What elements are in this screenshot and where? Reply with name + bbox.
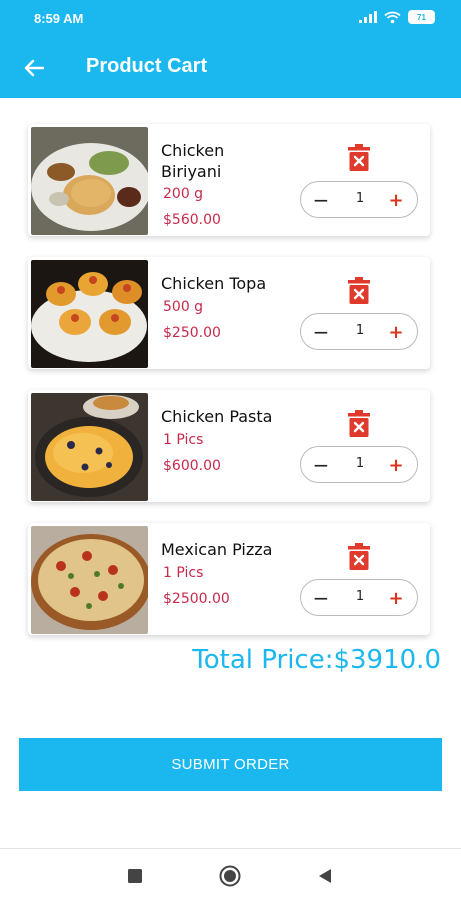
product-price: $250.00 xyxy=(163,325,221,341)
wifi-icon xyxy=(384,11,401,23)
product-quantity: 500 g xyxy=(163,299,204,315)
trash-x-icon xyxy=(348,410,370,437)
status-time: 8:59 AM xyxy=(34,11,84,26)
home-button[interactable] xyxy=(218,864,242,888)
submit-order-button[interactable]: SUBMIT ORDER xyxy=(19,738,442,791)
product-quantity: 1 Pics xyxy=(163,565,204,581)
product-photo xyxy=(31,393,148,501)
increase-button[interactable]: + xyxy=(385,454,407,476)
recents-button[interactable] xyxy=(123,864,147,888)
product-name: Mexican Pizza xyxy=(161,540,273,559)
decrease-button[interactable]: − xyxy=(310,586,332,610)
cart-item-card: Chicken Biriyani 200 g $560.00 − 1 + xyxy=(28,124,430,236)
quantity-stepper: − 1 + xyxy=(300,446,418,483)
product-name: Chicken Pasta xyxy=(161,407,273,426)
signal-icon xyxy=(359,11,377,23)
cart-item-card: Mexican Pizza 1 Pics $2500.00 − 1 + xyxy=(28,523,430,635)
product-price: $560.00 xyxy=(163,212,221,228)
increase-button[interactable]: + xyxy=(385,321,407,343)
cart-list: Chicken Biriyani 200 g $560.00 − 1 + Chi… xyxy=(28,124,432,656)
total-price: Total Price:$3910.0 xyxy=(192,645,441,675)
quantity-stepper: − 1 + xyxy=(300,313,418,350)
product-price: $600.00 xyxy=(163,458,221,474)
product-name: Chicken Biriyani xyxy=(161,141,225,181)
product-quantity: 200 g xyxy=(163,186,204,202)
battery-icon: 71 xyxy=(408,10,435,24)
delete-item-button[interactable] xyxy=(347,144,371,172)
quantity-count: 1 xyxy=(355,191,365,206)
square-icon xyxy=(128,869,142,883)
cart-item-card: Chicken Pasta 1 Pics $600.00 − 1 + xyxy=(28,390,430,502)
back-nav-button[interactable] xyxy=(313,864,337,888)
product-name: Chicken Topa xyxy=(161,274,267,293)
page-title: Product Cart xyxy=(86,55,208,77)
status-icons: 71 xyxy=(359,10,435,24)
circle-icon xyxy=(219,865,241,887)
increase-button[interactable]: + xyxy=(385,189,407,211)
quantity-count: 1 xyxy=(355,589,365,604)
trash-x-icon xyxy=(348,543,370,570)
top-bar: 8:59 AM 71 Product Cart xyxy=(0,0,461,98)
system-nav-bar xyxy=(0,848,461,900)
product-photo xyxy=(31,127,148,235)
increase-button[interactable]: + xyxy=(385,587,407,609)
decrease-button[interactable]: − xyxy=(310,453,332,477)
quantity-stepper: − 1 + xyxy=(300,181,418,218)
delete-item-button[interactable] xyxy=(347,410,371,438)
product-photo xyxy=(31,260,148,368)
quantity-count: 1 xyxy=(355,323,365,338)
triangle-left-icon xyxy=(319,869,331,883)
status-bar: 8:59 AM 71 xyxy=(0,0,461,38)
decrease-button[interactable]: − xyxy=(310,188,332,212)
app-bar: Product Cart xyxy=(0,38,461,98)
quantity-stepper: − 1 + xyxy=(300,579,418,616)
product-price: $2500.00 xyxy=(163,591,230,607)
trash-x-icon xyxy=(348,144,370,171)
battery-level: 71 xyxy=(417,12,426,22)
delete-item-button[interactable] xyxy=(347,543,371,571)
product-photo xyxy=(31,526,148,634)
back-button[interactable] xyxy=(20,54,48,82)
delete-item-button[interactable] xyxy=(347,277,371,305)
trash-x-icon xyxy=(348,277,370,304)
quantity-count: 1 xyxy=(355,456,365,471)
arrow-left-icon xyxy=(24,59,44,77)
decrease-button[interactable]: − xyxy=(310,320,332,344)
product-quantity: 1 Pics xyxy=(163,432,204,448)
cart-item-card: Chicken Topa 500 g $250.00 − 1 + xyxy=(28,257,430,369)
